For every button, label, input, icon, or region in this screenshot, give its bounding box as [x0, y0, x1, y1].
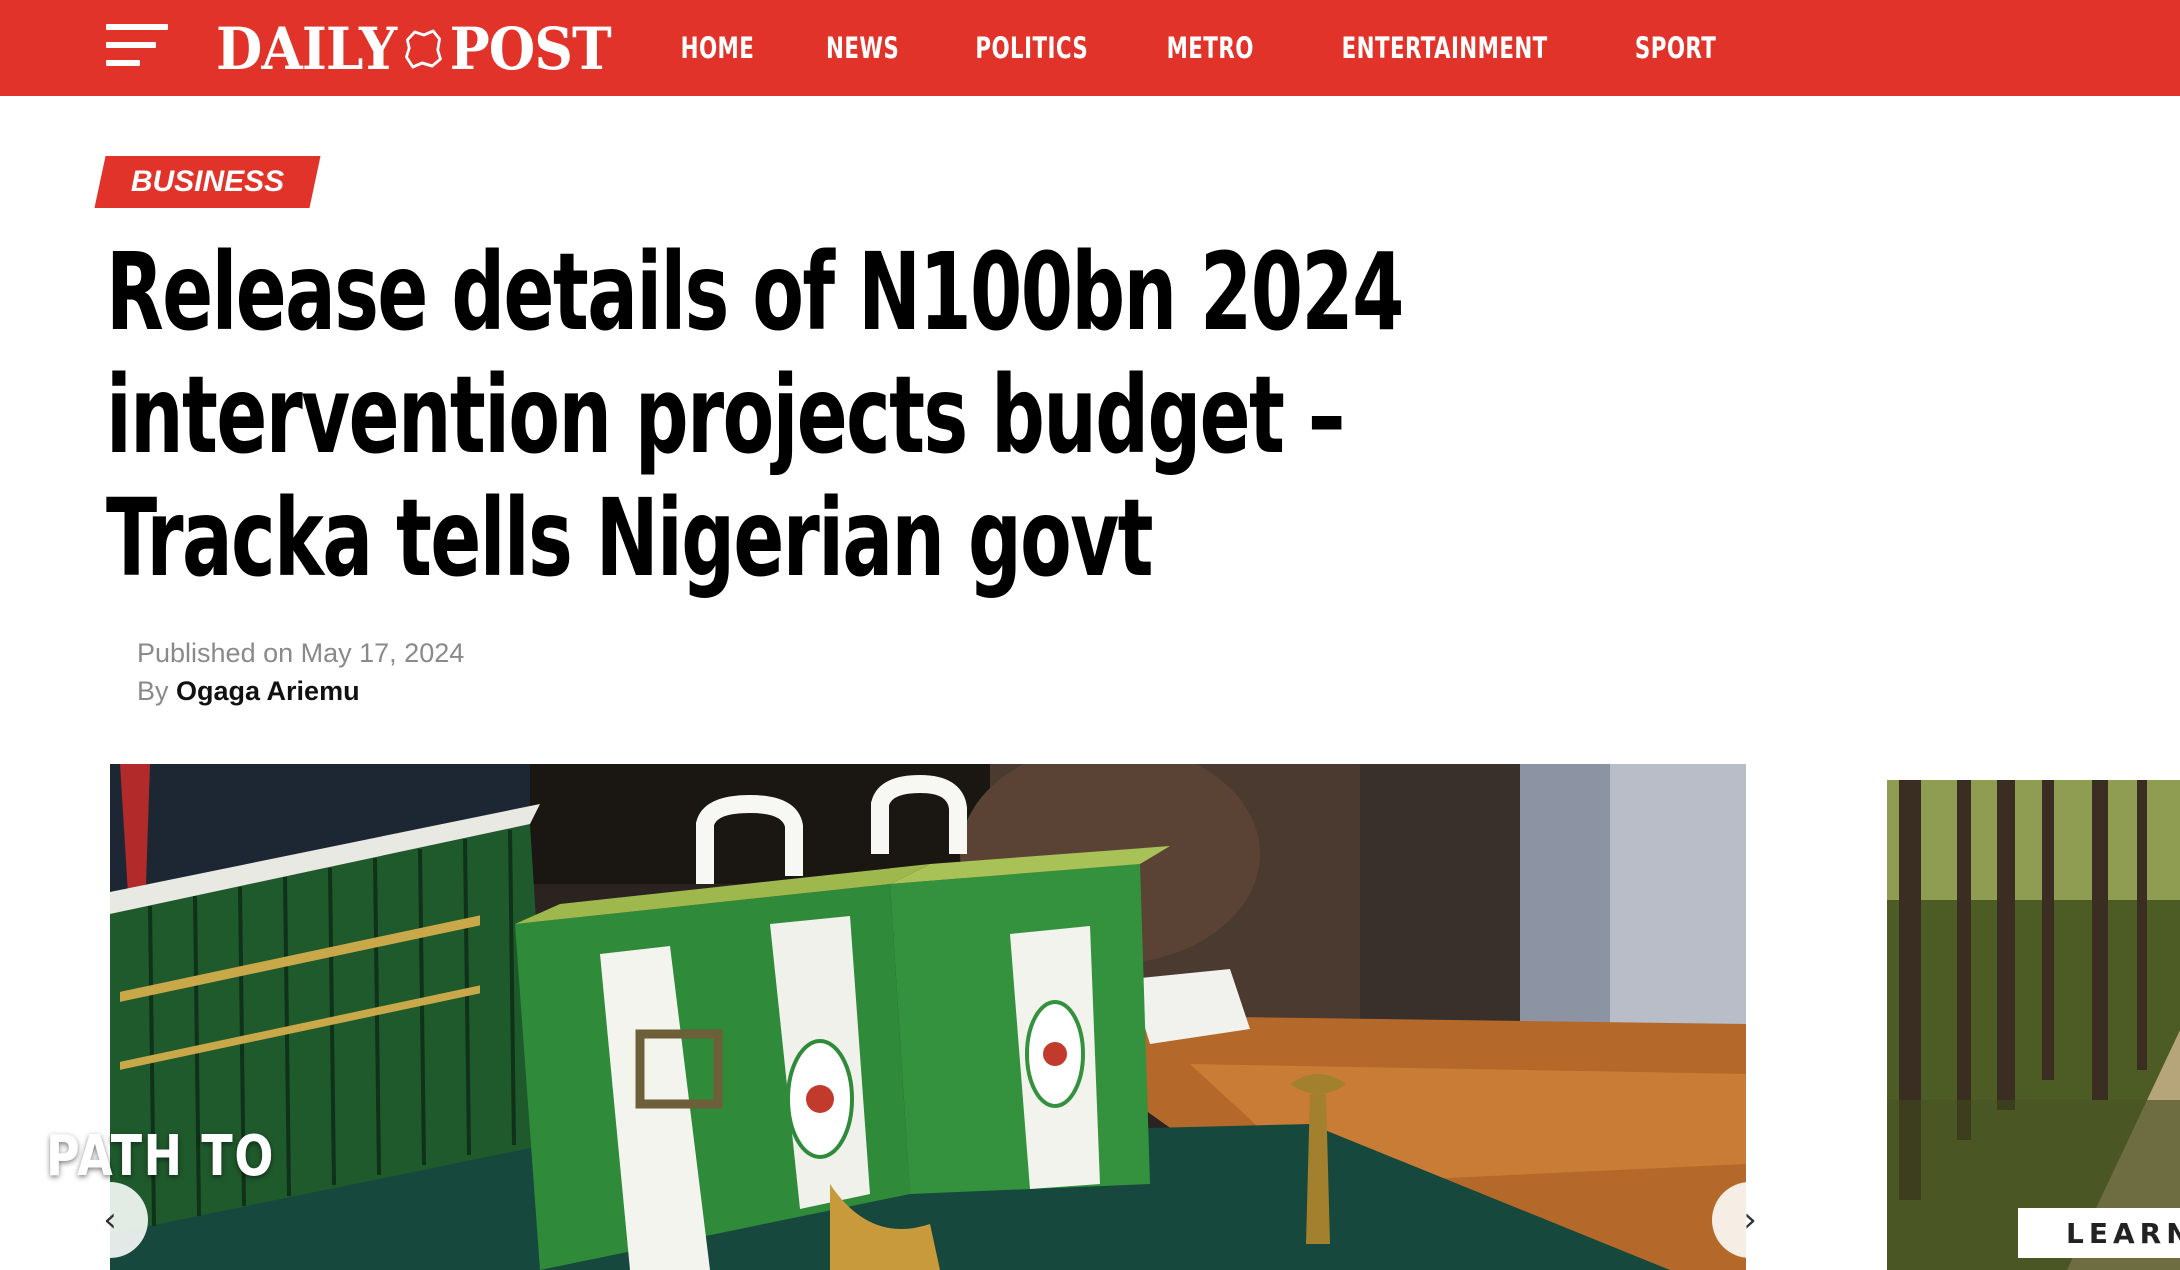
- advertisement[interactable]: [1887, 780, 2180, 1270]
- published-date: May 17, 2024: [300, 638, 465, 668]
- nav-news[interactable]: NEWS: [803, 31, 922, 65]
- budget-bags-illustration: [110, 764, 1746, 1270]
- category-tag[interactable]: BUSINESS: [94, 156, 321, 208]
- nav-home[interactable]: HOME: [663, 31, 778, 65]
- menu-icon[interactable]: [106, 24, 168, 66]
- nav-metro[interactable]: METRO: [1143, 31, 1276, 65]
- logo-text-right: POST: [449, 15, 612, 83]
- site-logo[interactable]: DAILY POST: [216, 14, 612, 84]
- author-link[interactable]: Ogaga Ariemu: [176, 676, 360, 706]
- published-label: Published on: [137, 638, 294, 668]
- main-nav: HOME NEWS POLITICS METRO ENTERTAINMENT S…: [650, 0, 1754, 96]
- nav-sport[interactable]: SPORT: [1612, 31, 1739, 65]
- byline: By Ogaga Ariemu: [137, 672, 464, 710]
- forest-path-illustration: [1887, 780, 2180, 1270]
- article-meta: Published on May 17, 2024 By Ogaga Ariem…: [137, 634, 464, 710]
- gallery-next-button[interactable]: ›: [1712, 1182, 1788, 1258]
- nav-politics[interactable]: POLITICS: [952, 31, 1111, 65]
- article-headline: Release details of N100bn 2024 intervent…: [106, 231, 1404, 601]
- nigeria-map-icon: [404, 29, 442, 69]
- featured-image: [110, 764, 1746, 1270]
- category-label: BUSINESS: [130, 165, 285, 198]
- logo-text-left: DAILY: [216, 15, 397, 83]
- gallery-prev-button[interactable]: ‹: [72, 1182, 148, 1258]
- site-header: DAILY POST HOME NEWS POLITICS METRO ENTE…: [0, 0, 2180, 96]
- published-line: Published on May 17, 2024: [137, 634, 464, 672]
- ad-cta-button[interactable]: LEARN: [2018, 1208, 2180, 1258]
- by-label: By: [137, 676, 169, 706]
- nav-entertainment[interactable]: ENTERTAINMENT: [1319, 31, 1571, 65]
